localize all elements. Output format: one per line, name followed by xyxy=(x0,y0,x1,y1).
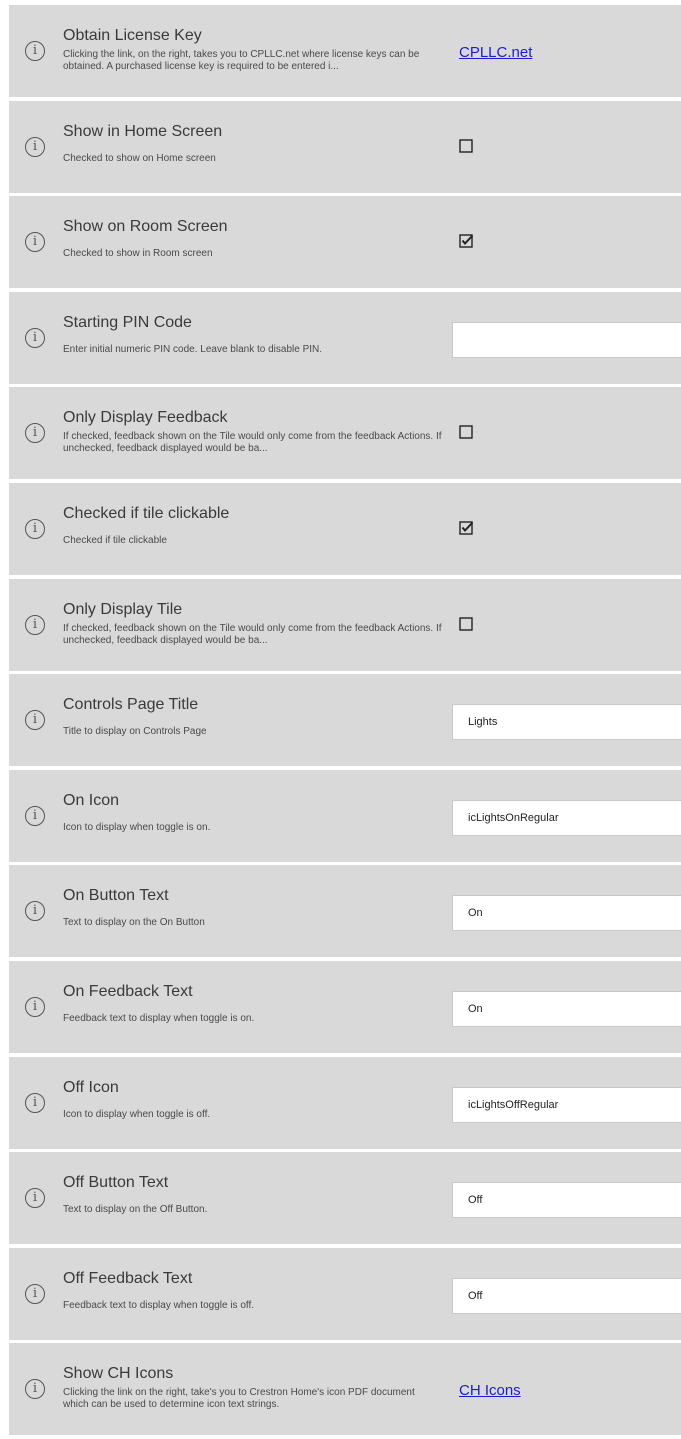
setting-row-starting-pin-code: i Starting PIN Code Enter initial numeri… xyxy=(9,291,681,384)
checkbox-icon[interactable] xyxy=(459,616,473,631)
setting-description: Feedback text to display when toggle is … xyxy=(63,1299,255,1311)
setting-row-show-on-room-screen: i Show on Room Screen Checked to show in… xyxy=(9,196,681,289)
setting-description: Text to display on the Off Button. xyxy=(63,1204,208,1216)
setting-row-on-button-text: i On Button Text Text to display on the … xyxy=(9,865,681,958)
info-icon[interactable]: i xyxy=(25,710,45,731)
on-feedback-text-input[interactable]: On xyxy=(452,990,681,1027)
checkbox-icon[interactable] xyxy=(459,138,473,153)
setting-description: Enter initial numeric PIN code. Leave bl… xyxy=(63,343,323,355)
info-icon[interactable]: i xyxy=(25,805,45,826)
setting-row-obtain-license-key: i Obtain License Key Clicking the link, … xyxy=(9,5,681,97)
setting-title: Only Display Feedback xyxy=(63,409,228,427)
info-icon[interactable]: i xyxy=(25,232,45,253)
setting-row-off-icon: i Off Icon Icon to display when toggle i… xyxy=(9,1056,681,1149)
setting-row-show-in-home-screen: i Show in Home Screen Checked to show on… xyxy=(9,100,681,193)
setting-description: Clicking the link, on the right, takes y… xyxy=(63,49,420,72)
setting-title: Show on Room Screen xyxy=(63,218,228,236)
setting-title: Controls Page Title xyxy=(63,696,199,714)
info-icon[interactable]: i xyxy=(25,1379,45,1400)
setting-description: Clicking the link on the right, take's y… xyxy=(63,1387,415,1411)
checkbox-icon[interactable] xyxy=(459,234,473,248)
checkmark-icon xyxy=(461,235,473,246)
setting-row-off-button-text: i Off Button Text Text to display on the… xyxy=(9,1152,681,1245)
info-icon[interactable]: i xyxy=(25,1188,45,1209)
pin-code-input[interactable] xyxy=(452,321,681,358)
setting-title: Checked if tile clickable xyxy=(63,504,230,522)
setting-row-only-display-feedback: i Only Display Feedback If checked, feed… xyxy=(9,387,681,480)
cpllc-link[interactable]: CPLLC.net xyxy=(459,44,532,61)
off-feedback-text-input[interactable]: Off xyxy=(452,1277,681,1314)
setting-description: Checked if tile clickable xyxy=(63,534,167,546)
off-icon-input[interactable]: icLightsOffRegular xyxy=(452,1086,681,1123)
setting-title: Show in Home Screen xyxy=(63,122,223,140)
setting-title: On Button Text xyxy=(63,887,169,905)
setting-title: Starting PIN Code xyxy=(63,313,192,331)
controls-page-title-input[interactable]: Lights xyxy=(452,704,681,741)
off-button-text-input[interactable]: Off xyxy=(452,1182,681,1219)
info-icon[interactable]: i xyxy=(25,901,45,922)
setting-title: On Icon xyxy=(63,791,120,809)
info-icon[interactable]: i xyxy=(25,996,45,1017)
setting-description: Checked to show in Room screen xyxy=(63,248,213,260)
setting-description: Text to display on the On Button xyxy=(63,917,205,929)
setting-row-off-feedback-text: i Off Feedback Text Feedback text to dis… xyxy=(9,1247,681,1340)
info-icon[interactable]: i xyxy=(25,1092,45,1113)
setting-title: Show CH Icons xyxy=(63,1365,174,1383)
setting-description: Feedback text to display when toggle is … xyxy=(63,1012,255,1024)
setting-title: Only Display Tile xyxy=(63,600,183,618)
checkmark-icon xyxy=(461,521,473,532)
setting-row-tile-clickable: i Checked if tile clickable Checked if t… xyxy=(9,482,681,575)
info-icon[interactable]: i xyxy=(25,614,45,635)
setting-description: Title to display on Controls Page xyxy=(63,726,207,738)
info-icon[interactable]: i xyxy=(25,423,45,444)
setting-row-show-ch-icons: i Show CH Icons Clicking the link on the… xyxy=(9,1343,681,1436)
on-button-text-input[interactable]: On xyxy=(452,895,681,932)
setting-description: Checked to show on Home screen xyxy=(63,152,216,164)
setting-title: Off Icon xyxy=(63,1078,119,1096)
setting-title: Obtain License Key xyxy=(63,27,202,44)
on-icon-input[interactable]: icLightsOnRegular xyxy=(452,799,681,836)
setting-title: Off Button Text xyxy=(63,1174,169,1192)
info-icon[interactable]: i xyxy=(25,136,45,157)
setting-row-only-display-tile: i Only Display Tile If checked, feedback… xyxy=(9,578,681,671)
setting-row-on-feedback-text: i On Feedback Text Feedback text to disp… xyxy=(9,960,681,1053)
checkbox-icon[interactable] xyxy=(459,521,473,535)
setting-description: If checked, feedback shown on the Tile w… xyxy=(63,431,442,455)
setting-title: On Feedback Text xyxy=(63,982,193,1000)
setting-title: Off Feedback Text xyxy=(63,1269,193,1287)
info-icon[interactable]: i xyxy=(25,518,45,539)
setting-row-on-icon: i On Icon Icon to display when toggle is… xyxy=(9,769,681,862)
setting-description: If checked, feedback shown on the Tile w… xyxy=(63,622,442,646)
info-icon[interactable]: i xyxy=(25,41,45,61)
setting-description: Icon to display when toggle is off. xyxy=(63,1108,211,1120)
setting-description: Icon to display when toggle is on. xyxy=(63,821,211,833)
checkbox-icon[interactable] xyxy=(459,425,473,440)
info-icon[interactable]: i xyxy=(25,1283,45,1304)
setting-row-controls-page-title: i Controls Page Title Title to display o… xyxy=(9,674,681,767)
ch-icons-link[interactable]: CH Icons xyxy=(459,1382,521,1399)
info-icon[interactable]: i xyxy=(25,327,45,348)
